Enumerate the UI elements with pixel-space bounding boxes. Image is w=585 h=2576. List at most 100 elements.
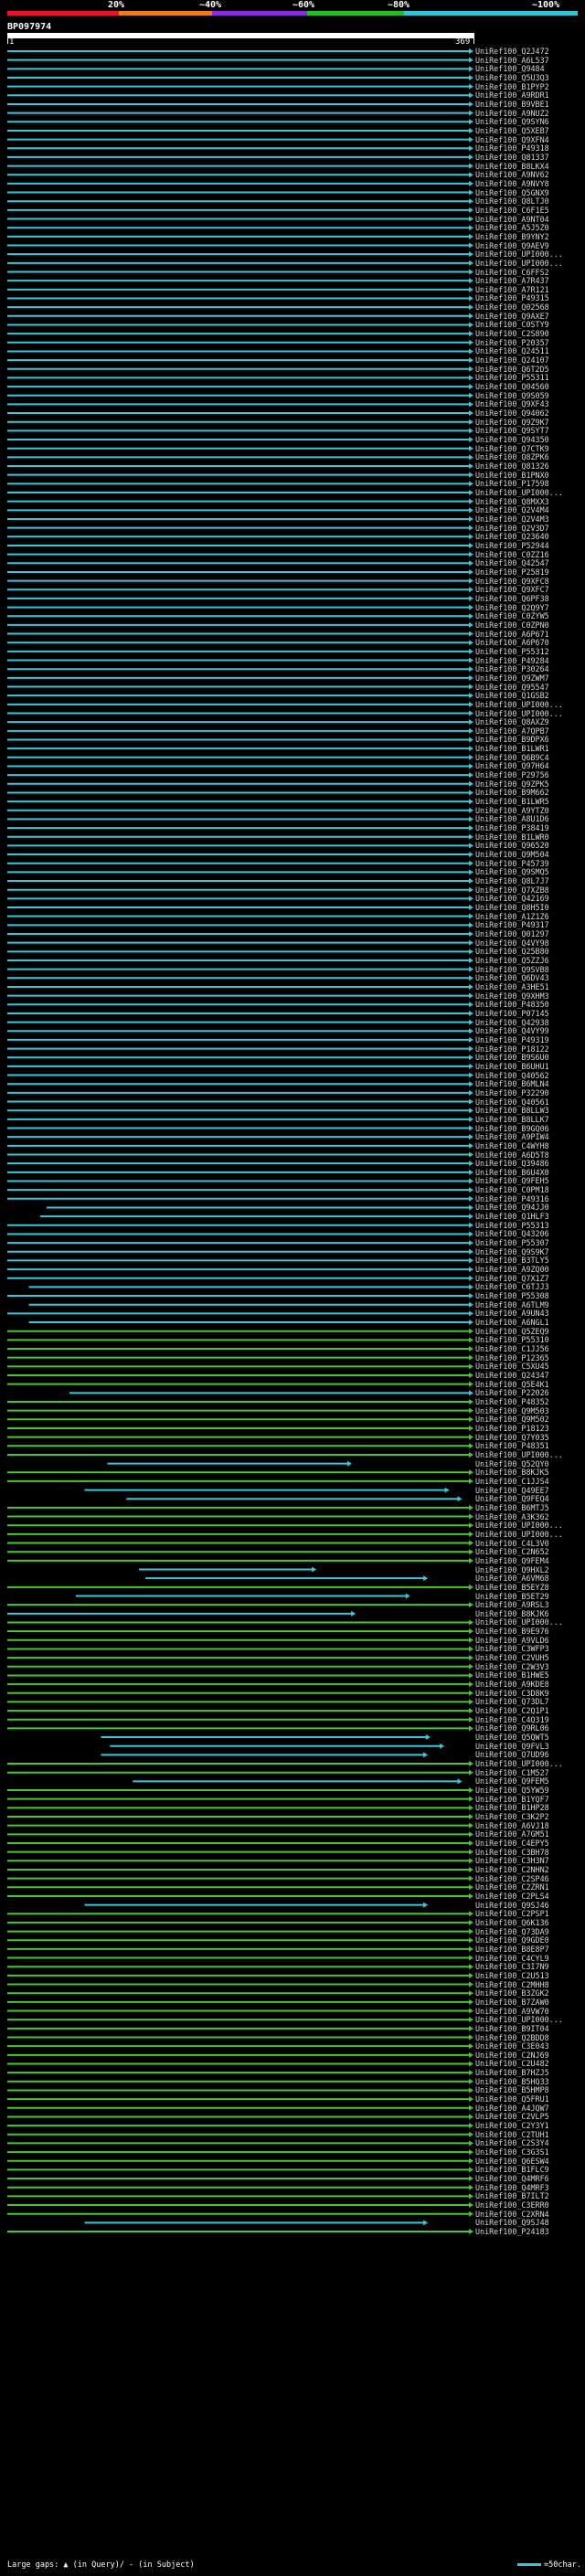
hit-label[interactable]: UniRef100_P49284	[475, 656, 549, 665]
hit-label[interactable]: UniRef100_A3K362	[475, 1512, 549, 1521]
hit-label[interactable]: UniRef100_P49317	[475, 920, 549, 929]
hit-label[interactable]: UniRef100_C5XU45	[475, 1362, 549, 1371]
hit-row[interactable]	[7, 2008, 473, 2014]
hit-label[interactable]: UniRef100_B1LWR5	[475, 797, 549, 806]
hit-row[interactable]	[7, 392, 473, 398]
hit-row[interactable]	[7, 1125, 473, 1131]
hit-label[interactable]: UniRef100_C2VLP5	[475, 2112, 549, 2121]
hit-label[interactable]: UniRef100_Q2V4M3	[475, 514, 549, 524]
hit-label[interactable]: UniRef100_Q9S059	[475, 391, 549, 400]
hit-row[interactable]	[7, 790, 473, 796]
hit-label[interactable]: UniRef100_A6D5T8	[475, 1150, 549, 1160]
hit-row[interactable]	[7, 1478, 473, 1484]
hit-label[interactable]: UniRef100_UPI000...	[475, 1759, 563, 1768]
hit-label[interactable]: UniRef100_C2NJ69	[475, 2051, 549, 2060]
hit-label[interactable]: UniRef100_B1HWE5	[475, 1670, 549, 1680]
hit-label[interactable]: UniRef100_C4L3V0	[475, 1539, 549, 1548]
hit-row[interactable]	[7, 1831, 473, 1838]
hit-label[interactable]: UniRef100_C2SP46	[475, 1874, 549, 1883]
hit-label[interactable]: UniRef100_Q7Y035	[475, 1433, 549, 1442]
hit-label[interactable]: UniRef100_Q9XFC7	[475, 585, 549, 594]
hit-label[interactable]: UniRef100_Q1HLF3	[475, 1212, 549, 1221]
hit-row[interactable]	[7, 2104, 473, 2111]
hit-label[interactable]: UniRef100_C2PSP1	[475, 1909, 549, 1918]
hit-label[interactable]: UniRef100_Q95547	[475, 683, 549, 692]
hit-label[interactable]: UniRef100_Q73DL7	[475, 1697, 549, 1706]
hit-row[interactable]	[7, 2131, 473, 2137]
hit-row[interactable]	[7, 154, 473, 160]
hit-row[interactable]	[7, 710, 473, 716]
hit-label[interactable]: UniRef100_Q9SJ48	[475, 2218, 549, 2227]
hit-row[interactable]	[7, 684, 473, 690]
hit-row[interactable]	[110, 1743, 445, 1749]
hit-label[interactable]: UniRef100_Q73DA9	[475, 1927, 549, 1936]
hit-label[interactable]: UniRef100_A7GM51	[475, 1829, 549, 1839]
hit-row[interactable]	[7, 719, 473, 726]
hit-label[interactable]: UniRef100_Q5U3Q3	[475, 73, 549, 82]
hit-row[interactable]	[7, 339, 473, 345]
hit-row[interactable]	[7, 481, 473, 487]
hit-row[interactable]	[7, 1646, 473, 1652]
hit-label[interactable]: UniRef100_Q43206	[475, 1229, 549, 1238]
hit-label[interactable]: UniRef100_Q9XFN4	[475, 135, 549, 144]
hit-row[interactable]	[7, 2202, 473, 2209]
hit-row[interactable]	[7, 1019, 473, 1025]
hit-row[interactable]	[7, 454, 473, 461]
hit-label[interactable]: UniRef100_C2PLS4	[475, 1892, 549, 1901]
hit-label[interactable]: UniRef100_Q94350	[475, 435, 549, 444]
hit-label[interactable]: UniRef100_C6F1E5	[475, 206, 549, 215]
hit-row[interactable]	[7, 657, 473, 663]
hit-label[interactable]: UniRef100_Q24347	[475, 1371, 549, 1380]
hit-label[interactable]: UniRef100_B9E976	[475, 1627, 549, 1636]
hit-label[interactable]: UniRef100_Q9FEQ4	[475, 1494, 549, 1503]
hit-row[interactable]	[7, 1875, 473, 1882]
hit-row[interactable]	[7, 304, 473, 311]
hit-label[interactable]: UniRef100_Q2J472	[475, 47, 549, 56]
hit-label[interactable]: UniRef100_A9RDR1	[475, 90, 549, 100]
hit-label[interactable]: UniRef100_Q5E4K1	[475, 1380, 549, 1389]
hit-label[interactable]: UniRef100_Q2BDD8	[475, 2033, 549, 2042]
hit-label[interactable]: UniRef100_A9VLD6	[475, 1636, 549, 1645]
hit-label[interactable]: UniRef100_P30264	[475, 664, 549, 673]
hit-row[interactable]	[7, 180, 473, 186]
hit-label[interactable]: UniRef100_Q9M502	[475, 1415, 549, 1424]
hit-row[interactable]	[7, 957, 473, 963]
hit-row[interactable]	[7, 1619, 473, 1626]
hit-label[interactable]: UniRef100_A6L537	[475, 56, 549, 65]
hit-label[interactable]: UniRef100_P07145	[475, 1009, 549, 1018]
hit-row[interactable]	[7, 780, 473, 787]
hit-row[interactable]	[7, 975, 473, 981]
hit-label[interactable]: UniRef100_UPI000...	[475, 1450, 563, 1459]
hit-label[interactable]: UniRef100_Q81326	[475, 461, 549, 471]
hit-label[interactable]: UniRef100_A9VW70	[475, 2007, 549, 2016]
hit-label[interactable]: UniRef100_B1LWR0	[475, 832, 549, 842]
hit-label[interactable]: UniRef100_UPI000...	[475, 1521, 563, 1530]
hit-row[interactable]	[7, 490, 473, 495]
hit-row[interactable]	[7, 1231, 473, 1237]
hit-label[interactable]: UniRef100_Q9XFC8	[475, 577, 549, 586]
hit-row[interactable]	[7, 1337, 473, 1343]
hit-row[interactable]	[7, 905, 473, 911]
hit-row[interactable]	[7, 2070, 473, 2076]
hit-row[interactable]	[7, 1010, 473, 1016]
hit-row[interactable]	[7, 833, 473, 840]
hit-label[interactable]: UniRef100_C2N652	[475, 1547, 549, 1556]
hit-row[interactable]	[7, 233, 473, 239]
hit-row[interactable]	[7, 1584, 473, 1590]
hit-label[interactable]: UniRef100_C3BH78	[475, 1848, 549, 1857]
hit-label[interactable]: UniRef100_C4Q319	[475, 1715, 549, 1724]
hit-row[interactable]	[7, 2229, 473, 2235]
hit-label[interactable]: UniRef100_A7R121	[475, 285, 549, 294]
hit-label[interactable]: UniRef100_Q40562	[475, 1071, 549, 1080]
hit-row[interactable]	[7, 754, 473, 760]
hit-label[interactable]: UniRef100_Q7CTK9	[475, 444, 549, 453]
hit-row[interactable]	[7, 172, 473, 178]
hit-label[interactable]: UniRef100_Q6DV43	[475, 973, 549, 982]
hit-row[interactable]	[7, 313, 473, 319]
hit-row[interactable]	[7, 445, 473, 451]
hit-row[interactable]	[7, 807, 473, 813]
hit-row[interactable]	[7, 886, 473, 893]
hit-label[interactable]: UniRef100_B1LWR1	[475, 744, 549, 753]
hit-label[interactable]: UniRef100_A5J5Z0	[475, 223, 549, 232]
hit-row[interactable]	[7, 1151, 473, 1158]
